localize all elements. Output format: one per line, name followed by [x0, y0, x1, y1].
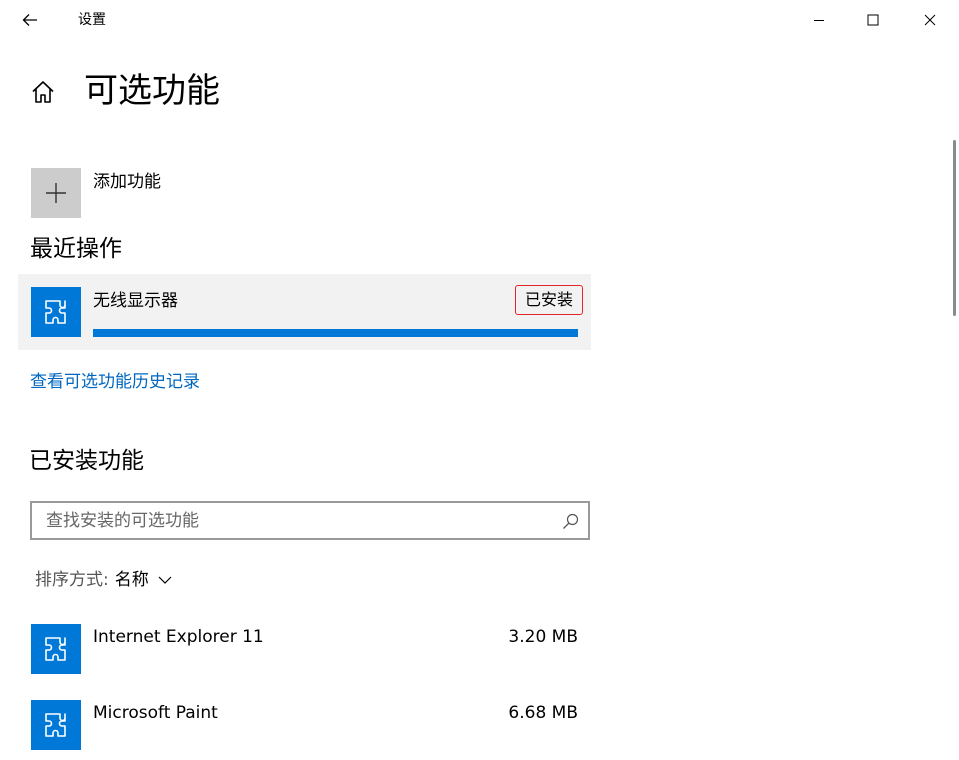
view-history-link[interactable]: 查看可选功能历史记录 [30, 370, 200, 394]
list-item[interactable]: Microsoft Paint 6.68 MB [18, 700, 591, 760]
title-bar: 设置 [0, 0, 959, 40]
feature-name: Internet Explorer 11 [93, 627, 264, 647]
search-icon[interactable] [562, 513, 579, 530]
install-progress-bar [93, 329, 578, 337]
recent-actions-heading: 最近操作 [30, 236, 122, 262]
puzzle-piece-icon [45, 713, 66, 737]
feature-icon [31, 700, 81, 750]
add-feature-label[interactable]: 添加功能 [93, 170, 161, 194]
feature-size: 3.20 MB [508, 627, 578, 647]
plus-icon [46, 183, 66, 203]
feature-size: 6.68 MB [508, 703, 578, 723]
search-input[interactable] [46, 508, 546, 533]
install-progress-fill [93, 329, 578, 337]
chevron-down-icon [158, 576, 172, 584]
back-button[interactable] [14, 6, 46, 34]
search-box [30, 501, 590, 540]
list-item[interactable]: Internet Explorer 11 3.20 MB [18, 624, 591, 684]
window-title: 设置 [78, 12, 106, 28]
sort-label: 排序方式: [35, 570, 109, 590]
scrollbar[interactable] [953, 140, 956, 316]
home-icon [32, 81, 54, 103]
back-arrow-icon [22, 14, 37, 26]
recent-feature-name: 无线显示器 [93, 291, 178, 311]
puzzle-piece-icon [45, 637, 66, 661]
feature-icon [31, 287, 81, 337]
status-badge: 已安装 [515, 285, 583, 315]
close-button[interactable] [902, 0, 958, 40]
feature-name: Microsoft Paint [93, 703, 218, 723]
maximize-button[interactable] [845, 0, 901, 40]
installed-features-heading: 已安装功能 [29, 448, 144, 474]
minimize-icon [814, 20, 824, 21]
puzzle-piece-icon [45, 300, 66, 324]
feature-icon [31, 624, 81, 674]
page-title: 可选功能 [84, 71, 220, 111]
minimize-button[interactable] [791, 0, 847, 40]
close-icon [924, 14, 936, 26]
sort-value: 名称 [114, 570, 149, 590]
maximize-icon [867, 14, 879, 26]
home-button[interactable] [30, 79, 56, 105]
sort-dropdown[interactable]: 排序方式: 名称 [35, 568, 172, 592]
add-feature-button[interactable] [31, 168, 81, 218]
